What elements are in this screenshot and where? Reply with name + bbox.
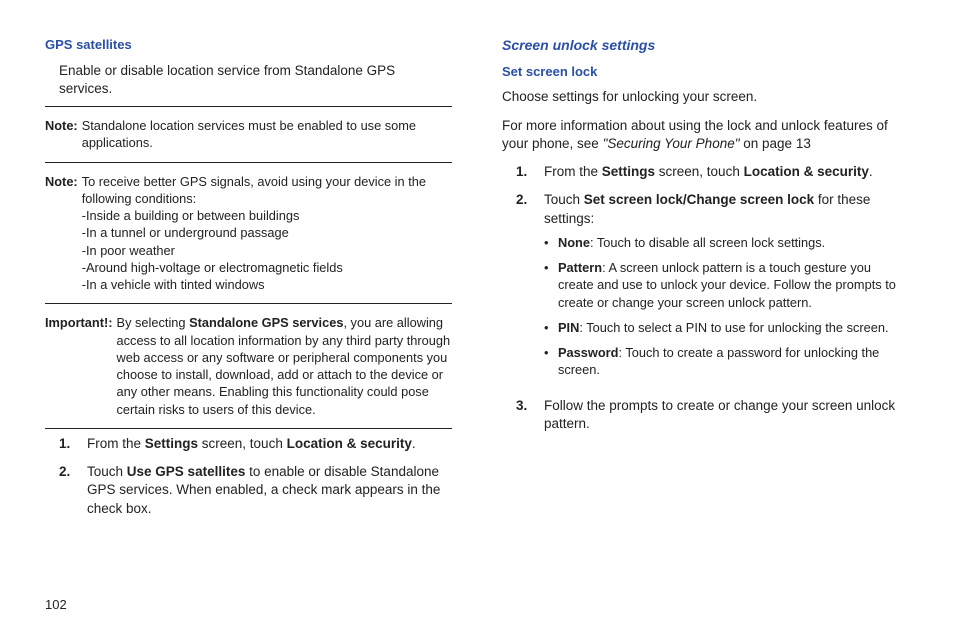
- bullet-pin: • PIN: Touch to select a PIN to use for …: [544, 319, 909, 336]
- text-run: Touch: [544, 192, 584, 207]
- note-line: -Around high-voltage or electromagnetic …: [82, 259, 452, 276]
- step-body: From the Settings screen, touch Location…: [87, 435, 452, 453]
- bold-password: Password: [558, 345, 618, 360]
- step-body: From the Settings screen, touch Location…: [544, 163, 909, 181]
- lock-options: • None: Touch to disable all screen lock…: [544, 234, 909, 379]
- step-number: 1.: [59, 435, 87, 453]
- bullet-body: Pattern: A screen unlock pattern is a to…: [558, 259, 909, 311]
- step-2: 2. Touch Use GPS satellites to enable or…: [59, 463, 452, 518]
- divider: [45, 162, 452, 163]
- text-run: on page 13: [740, 136, 811, 151]
- para-more-info: For more information about using the loc…: [502, 117, 909, 153]
- step-number: 3.: [516, 397, 544, 433]
- step-number: 2.: [516, 191, 544, 386]
- page-content: GPS satellites Enable or disable locatio…: [45, 36, 909, 528]
- bold-set-screen-lock: Set screen lock/Change screen lock: [584, 192, 814, 207]
- text-run: : Touch to select a PIN to use for unloc…: [579, 320, 888, 335]
- heading-screen-unlock: Screen unlock settings: [502, 36, 909, 55]
- bold-location-security: Location & security: [744, 164, 869, 179]
- important-label: Important!:: [45, 314, 113, 418]
- bullet-icon: •: [544, 344, 558, 379]
- step-number: 2.: [59, 463, 87, 518]
- text-run: , you are allowing access to all locatio…: [117, 315, 451, 416]
- text-run: By selecting: [117, 315, 190, 330]
- note-gps-signals: Note: To receive better GPS signals, avo…: [45, 169, 452, 298]
- divider: [45, 106, 452, 107]
- heading-set-screen-lock: Set screen lock: [502, 63, 909, 81]
- text-run: Touch: [87, 464, 127, 479]
- note-label: Note:: [45, 117, 78, 152]
- step-3: 3. Follow the prompts to create or chang…: [516, 397, 909, 433]
- heading-gps-satellites: GPS satellites: [45, 36, 452, 54]
- step-body: Touch Set screen lock/Change screen lock…: [544, 191, 909, 386]
- bullet-password: • Password: Touch to create a password f…: [544, 344, 909, 379]
- text-run: .: [412, 436, 416, 451]
- note-body: To receive better GPS signals, avoid usi…: [82, 173, 452, 294]
- bullet-body: None: Touch to disable all screen lock s…: [558, 234, 909, 251]
- note-standalone: Note: Standalone location services must …: [45, 113, 452, 156]
- step-1: 1. From the Settings screen, touch Locat…: [516, 163, 909, 181]
- bold-use-gps: Use GPS satellites: [127, 464, 246, 479]
- step-1: 1. From the Settings screen, touch Locat…: [59, 435, 452, 453]
- note-body: Standalone location services must be ena…: [82, 117, 452, 152]
- step-2: 2. Touch Set screen lock/Change screen l…: [516, 191, 909, 386]
- step-body: Follow the prompts to create or change y…: [544, 397, 909, 433]
- text-run: : Touch to disable all screen lock setti…: [590, 235, 825, 250]
- note-line: -Inside a building or between buildings: [82, 207, 452, 224]
- important-note: Important!: By selecting Standalone GPS …: [45, 310, 452, 422]
- bullet-body: PIN: Touch to select a PIN to use for un…: [558, 319, 909, 336]
- bullet-icon: •: [544, 319, 558, 336]
- step-body: Touch Use GPS satellites to enable or di…: [87, 463, 452, 518]
- gps-steps: 1. From the Settings screen, touch Locat…: [59, 435, 452, 518]
- bullet-icon: •: [544, 259, 558, 311]
- important-body: By selecting Standalone GPS services, yo…: [117, 314, 452, 418]
- divider: [45, 303, 452, 304]
- bullet-icon: •: [544, 234, 558, 251]
- para-choose-settings: Choose settings for unlocking your scree…: [502, 88, 909, 106]
- bold-location-security: Location & security: [287, 436, 412, 451]
- right-column: Screen unlock settings Set screen lock C…: [502, 36, 909, 528]
- gps-intro: Enable or disable location service from …: [59, 62, 452, 98]
- bold-none: None: [558, 235, 590, 250]
- step-number: 1.: [516, 163, 544, 181]
- bullet-pattern: • Pattern: A screen unlock pattern is a …: [544, 259, 909, 311]
- text-run: screen, touch: [198, 436, 287, 451]
- bold-pin: PIN: [558, 320, 579, 335]
- text-run: screen, touch: [655, 164, 744, 179]
- note-line: -In a tunnel or underground passage: [82, 224, 452, 241]
- bold-settings: Settings: [145, 436, 198, 451]
- page-number: 102: [45, 596, 67, 614]
- text-run: From the: [87, 436, 145, 451]
- bold-standalone-gps: Standalone GPS services: [189, 315, 343, 330]
- italic-securing-phone: "Securing Your Phone": [603, 136, 740, 151]
- lock-steps: 1. From the Settings screen, touch Locat…: [516, 163, 909, 433]
- note-label: Note:: [45, 173, 78, 294]
- note-line: To receive better GPS signals, avoid usi…: [82, 173, 452, 208]
- bold-pattern: Pattern: [558, 260, 602, 275]
- text-run: From the: [544, 164, 602, 179]
- bullet-body: Password: Touch to create a password for…: [558, 344, 909, 379]
- divider: [45, 428, 452, 429]
- note-line: -In poor weather: [82, 242, 452, 259]
- text-run: : A screen unlock pattern is a touch ges…: [558, 260, 896, 310]
- note-line: -In a vehicle with tinted windows: [82, 276, 452, 293]
- bullet-none: • None: Touch to disable all screen lock…: [544, 234, 909, 251]
- left-column: GPS satellites Enable or disable locatio…: [45, 36, 452, 528]
- text-run: .: [869, 164, 873, 179]
- bold-settings: Settings: [602, 164, 655, 179]
